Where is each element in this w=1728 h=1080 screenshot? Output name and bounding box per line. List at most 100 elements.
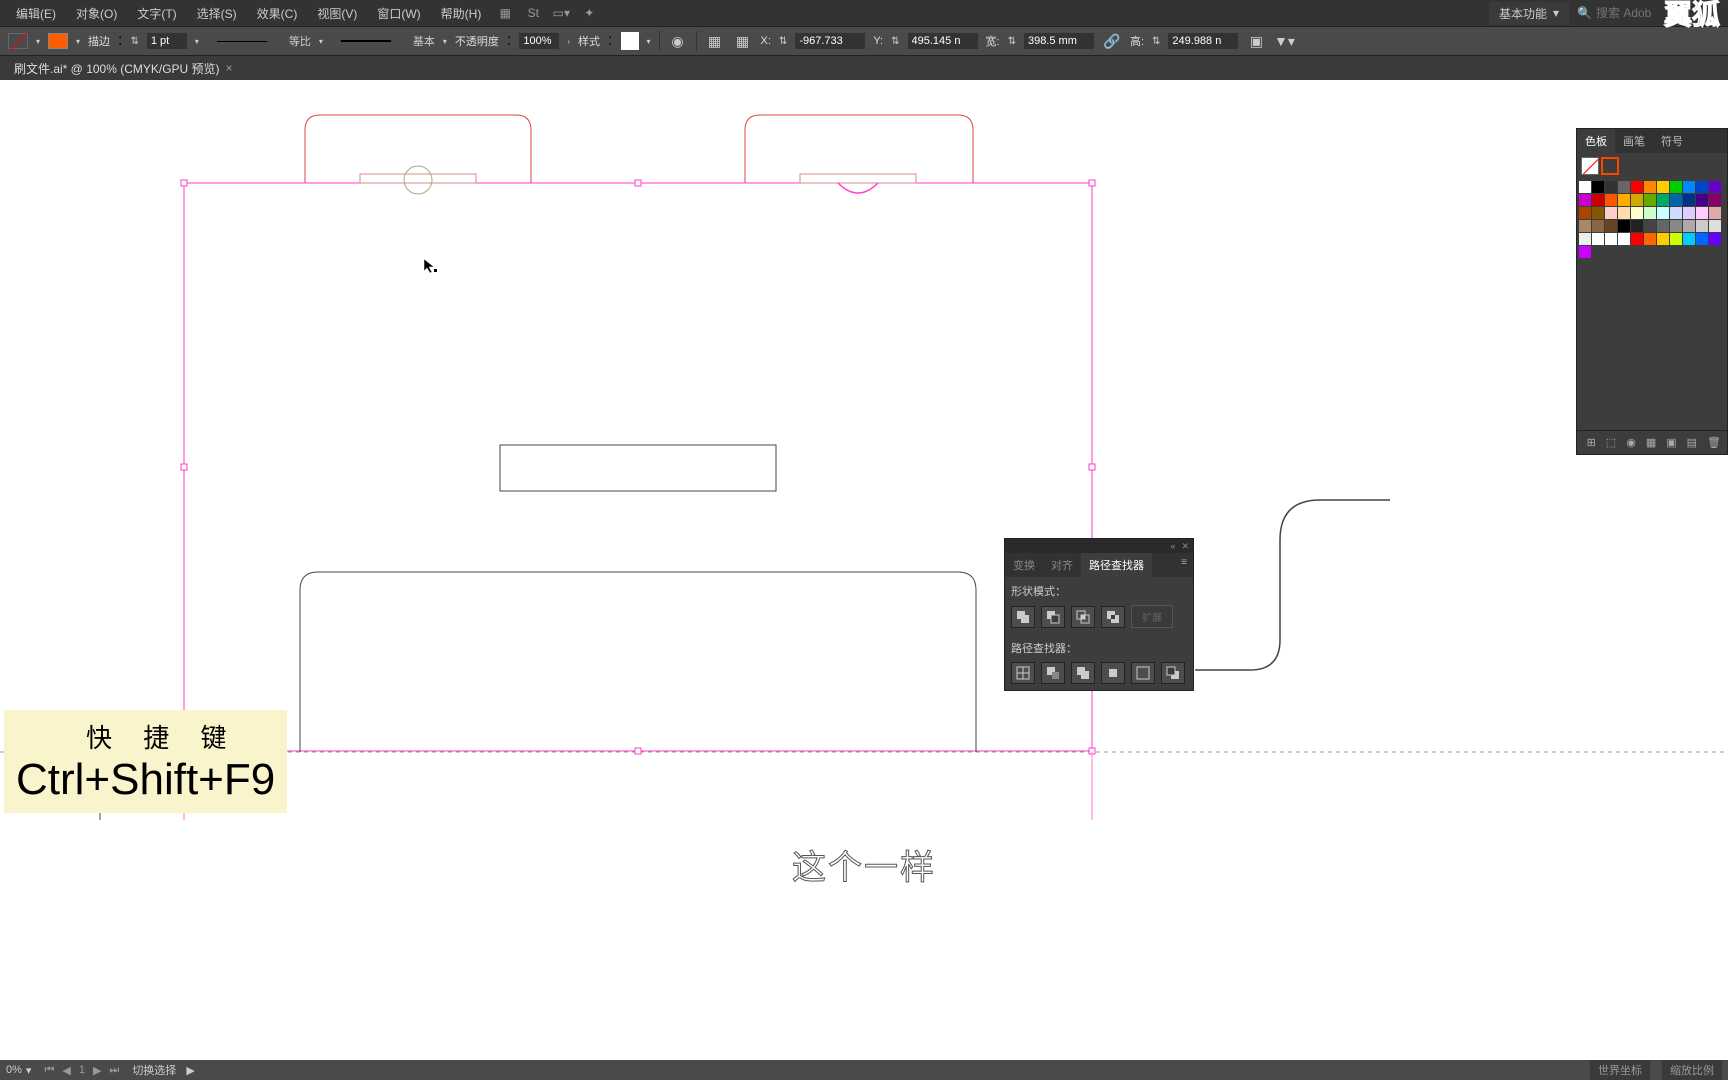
stroke-dropdown[interactable]: ▾ [76, 37, 80, 46]
swatch-item[interactable] [1605, 220, 1617, 232]
swatch-item[interactable] [1618, 233, 1630, 245]
canvas[interactable]: 快 捷 键 Ctrl+Shift+F9 这个一样 [0, 80, 1728, 1060]
swatch-item[interactable] [1644, 220, 1656, 232]
swatch-item[interactable] [1683, 233, 1695, 245]
x-field[interactable] [795, 33, 865, 49]
swatch-item[interactable] [1579, 207, 1591, 219]
swatch-item[interactable] [1592, 194, 1604, 206]
swatch-item[interactable] [1657, 181, 1669, 193]
swatch-item[interactable] [1670, 220, 1682, 232]
swatches-panel[interactable]: 色板 画笔 符号 ⊞ ⬚ ◉ ▦ ▣ ▤ 🗑 [1576, 128, 1728, 455]
unite-button[interactable] [1011, 606, 1035, 628]
close-icon[interactable]: × [226, 61, 233, 75]
recolor-icon[interactable]: ◉ [668, 31, 688, 51]
opacity-field[interactable] [519, 33, 559, 49]
swatches-kind-icon[interactable]: ▦ [1646, 436, 1656, 449]
stepper-icon[interactable]: ⇅ [891, 36, 899, 47]
swatch-item[interactable] [1670, 181, 1682, 193]
panel-menu-icon[interactable]: ≡ [1175, 553, 1193, 577]
swatch-item[interactable] [1683, 220, 1695, 232]
swatches-menu-icon[interactable]: ⬚ [1606, 436, 1616, 449]
tab-pathfinder[interactable]: 路径查找器 [1081, 553, 1152, 577]
swatch-item[interactable] [1657, 207, 1669, 219]
swatch-item[interactable] [1696, 207, 1708, 219]
stroke-weight-field[interactable] [147, 33, 187, 49]
swatch-item[interactable] [1592, 181, 1604, 193]
menu-help[interactable]: 帮助(H) [433, 1, 490, 26]
swatch-item[interactable] [1631, 220, 1643, 232]
menu-effect[interactable]: 效果(C) [249, 1, 306, 26]
swatch-item[interactable] [1631, 233, 1643, 245]
play-icon[interactable]: ▶ [186, 1064, 194, 1077]
swatch-item[interactable] [1670, 233, 1682, 245]
document-tab[interactable]: 刷文件.ai* @ 100% (CMYK/GPU 预览) × [4, 56, 243, 81]
collapse-icon[interactable]: « [1170, 541, 1175, 551]
minus-back-button[interactable] [1161, 662, 1185, 684]
swatch-item[interactable] [1605, 233, 1617, 245]
stepper-icon[interactable]: ⇅ [130, 36, 138, 47]
isolate-icon[interactable]: ▼▾ [1274, 31, 1294, 51]
menu-object[interactable]: 对象(O) [68, 1, 125, 26]
swatch-item[interactable] [1644, 233, 1656, 245]
tab-swatches[interactable]: 色板 [1577, 129, 1615, 153]
h-field[interactable] [1168, 33, 1238, 49]
brush-definition[interactable] [331, 35, 401, 47]
y-field[interactable] [908, 33, 978, 49]
swatch-item[interactable] [1683, 181, 1695, 193]
swatch-item[interactable] [1683, 207, 1695, 219]
swatch-item[interactable] [1618, 194, 1630, 206]
tab-brushes[interactable]: 画笔 [1615, 129, 1653, 153]
menu-window[interactable]: 窗口(W) [369, 1, 428, 26]
swatch-item[interactable] [1592, 233, 1604, 245]
stock-icon[interactable]: St [521, 3, 545, 23]
divide-button[interactable] [1011, 662, 1035, 684]
stroke-swatch[interactable] [48, 33, 68, 49]
swatch-item[interactable] [1618, 207, 1630, 219]
swatch-item[interactable] [1709, 181, 1721, 193]
menu-select[interactable]: 选择(S) [189, 1, 245, 26]
stepper-icon[interactable]: ⇅ [1152, 36, 1160, 47]
new-swatch-icon[interactable]: ▤ [1687, 436, 1697, 449]
swatch-item[interactable] [1631, 194, 1643, 206]
swatch-item[interactable] [1657, 194, 1669, 206]
stepper-icon[interactable]: ⇅ [1008, 36, 1016, 47]
menu-view[interactable]: 视图(V) [309, 1, 365, 26]
swatch-item[interactable] [1592, 220, 1604, 232]
swatch-item[interactable] [1709, 207, 1721, 219]
swatch-item[interactable] [1579, 246, 1591, 258]
menu-type[interactable]: 文字(T) [129, 1, 184, 26]
panel-titlebar[interactable]: « ✕ [1005, 539, 1193, 553]
search-box[interactable]: 🔍 [1577, 6, 1656, 20]
fill-dropdown[interactable]: ▾ [36, 37, 40, 46]
swatch-item[interactable] [1670, 194, 1682, 206]
zoom-value[interactable]: 0% [6, 1064, 22, 1076]
swatch-item[interactable] [1644, 181, 1656, 193]
trim-button[interactable] [1041, 662, 1065, 684]
zoom-dropdown-icon[interactable]: ▾ [26, 1064, 32, 1077]
swatch-item[interactable] [1579, 220, 1591, 232]
artboard-nav[interactable]: ⏮◀1▶⏭ [41, 1064, 122, 1077]
swatch-item[interactable] [1696, 220, 1708, 232]
workspace-switcher[interactable]: 基本功能 ▾ [1489, 2, 1569, 25]
tab-symbols[interactable]: 符号 [1653, 129, 1691, 153]
swatch-item[interactable] [1579, 233, 1591, 245]
swatch-item[interactable] [1579, 194, 1591, 206]
outline-button[interactable] [1131, 662, 1155, 684]
stroke-picker[interactable] [1601, 157, 1619, 175]
swatch-item[interactable] [1657, 220, 1669, 232]
tab-align[interactable]: 对齐 [1043, 553, 1081, 577]
swatch-item[interactable] [1709, 220, 1721, 232]
swatches-options-icon[interactable]: ◉ [1626, 436, 1636, 449]
minus-front-button[interactable] [1041, 606, 1065, 628]
w-field[interactable] [1024, 33, 1094, 49]
intersect-button[interactable] [1071, 606, 1095, 628]
link-icon[interactable]: 🔗 [1102, 31, 1122, 51]
tab-transform[interactable]: 变换 [1005, 553, 1043, 577]
gpu-icon[interactable]: ✦ [577, 3, 601, 23]
stepper-icon[interactable]: ⇅ [779, 36, 787, 47]
swatch-item[interactable] [1631, 181, 1643, 193]
swatch-item[interactable] [1644, 194, 1656, 206]
swatch-item[interactable] [1670, 207, 1682, 219]
swatch-item[interactable] [1579, 181, 1591, 193]
swatch-item[interactable] [1618, 181, 1630, 193]
